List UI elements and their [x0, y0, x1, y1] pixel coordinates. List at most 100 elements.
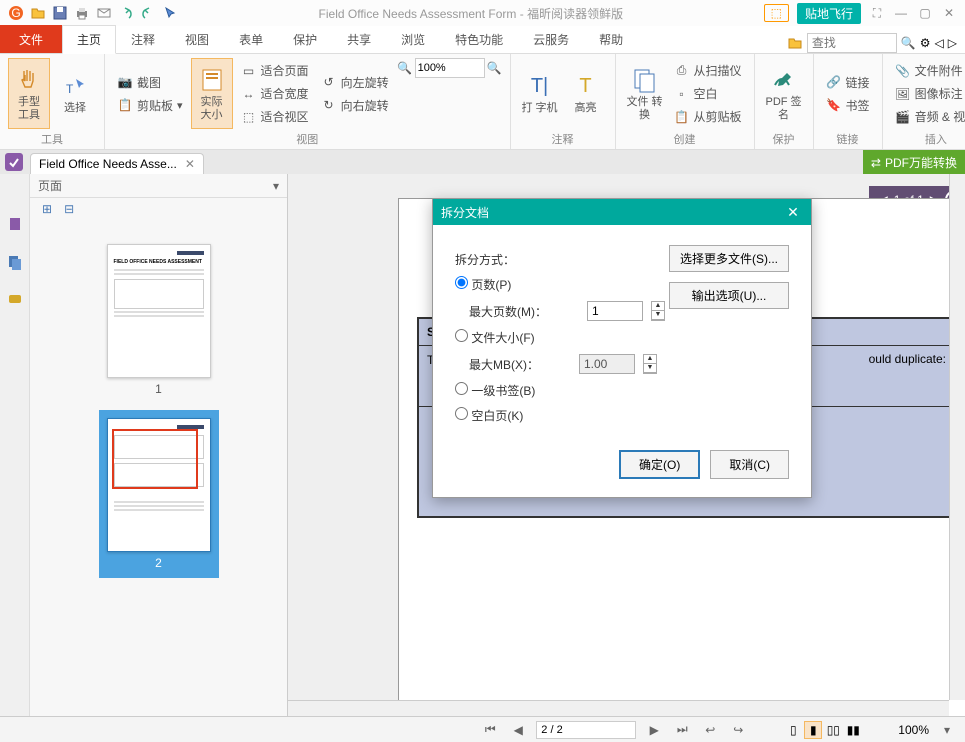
badge-orange[interactable]: ⬚ — [764, 4, 789, 22]
view-facing-icon[interactable]: ▯▯ — [824, 721, 842, 739]
menu-tab-home[interactable]: 主页 — [62, 25, 116, 54]
menu-tab-help[interactable]: 帮助 — [584, 25, 638, 53]
image-annot-button[interactable]: 🖼图像标注 — [891, 83, 965, 104]
fit-page-button[interactable]: ▭适合页面 — [237, 60, 313, 81]
hand-tool-button[interactable]: 手型 工具 — [8, 58, 50, 129]
menu-tab-protect[interactable]: 保护 — [278, 25, 332, 53]
max-pages-input[interactable] — [587, 301, 643, 321]
open-icon[interactable] — [30, 5, 46, 21]
link-button[interactable]: 🔗链接 — [822, 72, 874, 93]
clipboard-button[interactable]: 📋剪贴板 ▾ — [113, 95, 187, 116]
cursor-icon[interactable] — [162, 5, 178, 21]
fit-visible-button[interactable]: ⬚适合视区 — [237, 106, 313, 127]
nav-next-icon[interactable]: ▷ — [948, 36, 957, 50]
minimize-icon[interactable]: — — [893, 5, 909, 21]
snapshot-button[interactable]: 📷截图 — [113, 72, 187, 93]
email-icon[interactable] — [96, 5, 112, 21]
next-page-icon[interactable]: ▶ — [644, 720, 664, 740]
horizontal-scrollbar[interactable] — [288, 700, 949, 716]
actual-size-button[interactable]: 实际 大小 — [191, 58, 233, 129]
vertical-scrollbar[interactable] — [949, 174, 965, 700]
menu-tab-cloud[interactable]: 云服务 — [518, 25, 584, 53]
ok-button[interactable]: 确定(O) — [619, 450, 700, 479]
convert-icon: ⇄ — [871, 156, 881, 170]
radio-blank[interactable]: 空白页(K) — [455, 407, 523, 424]
thumbnail-panel: 页面▾ ⊞ ⊟ FIELD OFFICE NEEDS ASSESSMENT 1 … — [30, 174, 288, 716]
output-options-button[interactable]: 输出选项(U)... — [669, 282, 789, 309]
close-icon[interactable]: ✕ — [941, 5, 957, 21]
from-clipboard-button[interactable]: 📋从剪贴板 — [670, 106, 746, 127]
panel-menu-icon[interactable]: ▾ — [273, 179, 279, 193]
from-scanner-button[interactable]: ⎙从扫描仪 — [670, 60, 746, 81]
nav-fwd-icon[interactable]: ↪ — [728, 720, 748, 740]
radio-pages[interactable]: 页数(P) — [455, 276, 511, 293]
maximize-icon[interactable]: ▢ — [917, 5, 933, 21]
menu-tab-browse[interactable]: 浏览 — [386, 25, 440, 53]
window-title: Field Office Needs Assessment Form - 福昕阅… — [178, 5, 764, 22]
cancel-button[interactable]: 取消(C) — [710, 450, 789, 479]
bookmark-button[interactable]: 🔖书签 — [822, 95, 874, 116]
page-input[interactable] — [536, 721, 636, 739]
menu-tab-form[interactable]: 表单 — [224, 25, 278, 53]
more-files-button[interactable]: 选择更多文件(S)... — [669, 245, 789, 272]
home-badge-icon[interactable] — [4, 152, 24, 172]
max-mb-spinner[interactable]: ▲▼ — [643, 354, 657, 374]
zoom-combo[interactable] — [415, 58, 485, 78]
pages-panel-icon[interactable] — [5, 252, 25, 272]
prev-page-icon[interactable]: ◀ — [508, 720, 528, 740]
blank-page-button[interactable]: ▫空白 — [670, 83, 746, 104]
zoom-out-icon[interactable]: 🔍 — [397, 60, 413, 76]
view-single-icon[interactable]: ▯ — [784, 721, 802, 739]
fit-width-button[interactable]: ↔适合宽度 — [237, 83, 313, 104]
search-input[interactable] — [807, 33, 897, 53]
thumbnail-item[interactable]: 2 — [99, 410, 219, 578]
rotate-left-button[interactable]: ↺向左旋转 — [317, 72, 393, 93]
zoom-dropdown-icon[interactable]: ▾ — [937, 720, 957, 740]
bookmark-panel-icon[interactable] — [5, 214, 25, 234]
view-continuous-icon[interactable]: ▮ — [804, 721, 822, 739]
gear-icon[interactable]: ⚙ — [920, 36, 931, 50]
nav-prev-icon[interactable]: ◁ — [935, 36, 944, 50]
first-page-icon[interactable]: ⏮ — [480, 720, 500, 740]
menu-tab-annot[interactable]: 注释 — [116, 25, 170, 53]
thumbnail-item[interactable]: FIELD OFFICE NEEDS ASSESSMENT 1 — [107, 244, 211, 396]
view-cont-facing-icon[interactable]: ▮▮ — [844, 721, 862, 739]
expand-icon[interactable]: ⛶ — [869, 5, 885, 21]
comments-panel-icon[interactable] — [5, 290, 25, 310]
redo-icon[interactable] — [140, 5, 156, 21]
rotate-right-button[interactable]: ↻向右旋转 — [317, 95, 393, 116]
pdf-convert-button[interactable]: ⇄PDF万能转换 — [863, 150, 965, 175]
last-page-icon[interactable]: ⏭ — [672, 720, 692, 740]
radio-bookmark[interactable]: 一级书签(B) — [455, 382, 535, 399]
zoom-in-icon[interactable]: 🔍 — [487, 61, 502, 75]
document-tab[interactable]: Field Office Needs Asse... ✕ — [30, 153, 204, 174]
thumb-expand-icon[interactable]: ⊞ — [42, 202, 52, 222]
highlight-button[interactable]: T高亮 — [565, 58, 607, 129]
max-mb-input[interactable] — [579, 354, 635, 374]
save-icon[interactable] — [52, 5, 68, 21]
typewriter-button[interactable]: T|打 字机 — [519, 58, 561, 129]
select-tool-button[interactable]: T选择 — [54, 58, 96, 129]
file-convert-button[interactable]: 文件 转换 — [624, 58, 666, 129]
undo-icon[interactable] — [118, 5, 134, 21]
max-pages-spinner[interactable]: ▲▼ — [651, 301, 665, 321]
thumbnail-number: 1 — [155, 382, 162, 396]
dialog-close-icon[interactable]: ✕ — [783, 204, 803, 221]
pdf-sign-button[interactable]: PDF 签名 — [763, 58, 805, 129]
menu-tab-share[interactable]: 共享 — [332, 25, 386, 53]
document-tab-close[interactable]: ✕ — [185, 157, 195, 171]
folder-search-icon[interactable] — [787, 35, 803, 51]
menu-tab-feature[interactable]: 特色功能 — [440, 25, 518, 53]
menu-file[interactable]: 文件 — [0, 25, 62, 53]
audio-video-button[interactable]: 🎬音频 & 视频 — [891, 106, 965, 127]
badge-teal[interactable]: 贴地飞行 — [797, 3, 861, 24]
print-icon[interactable] — [74, 5, 90, 21]
nav-back-icon[interactable]: ↩ — [700, 720, 720, 740]
thumb-collapse-icon[interactable]: ⊟ — [64, 202, 74, 222]
radio-filesize[interactable]: 文件大小(F) — [455, 329, 535, 346]
thumbnail-tools: ⊞ ⊟ — [30, 198, 287, 226]
menu-tab-view[interactable]: 视图 — [170, 25, 224, 53]
left-rail — [0, 174, 30, 716]
search-icon[interactable]: 🔍 — [901, 36, 916, 50]
attach-button[interactable]: 📎文件附件 — [891, 60, 965, 81]
